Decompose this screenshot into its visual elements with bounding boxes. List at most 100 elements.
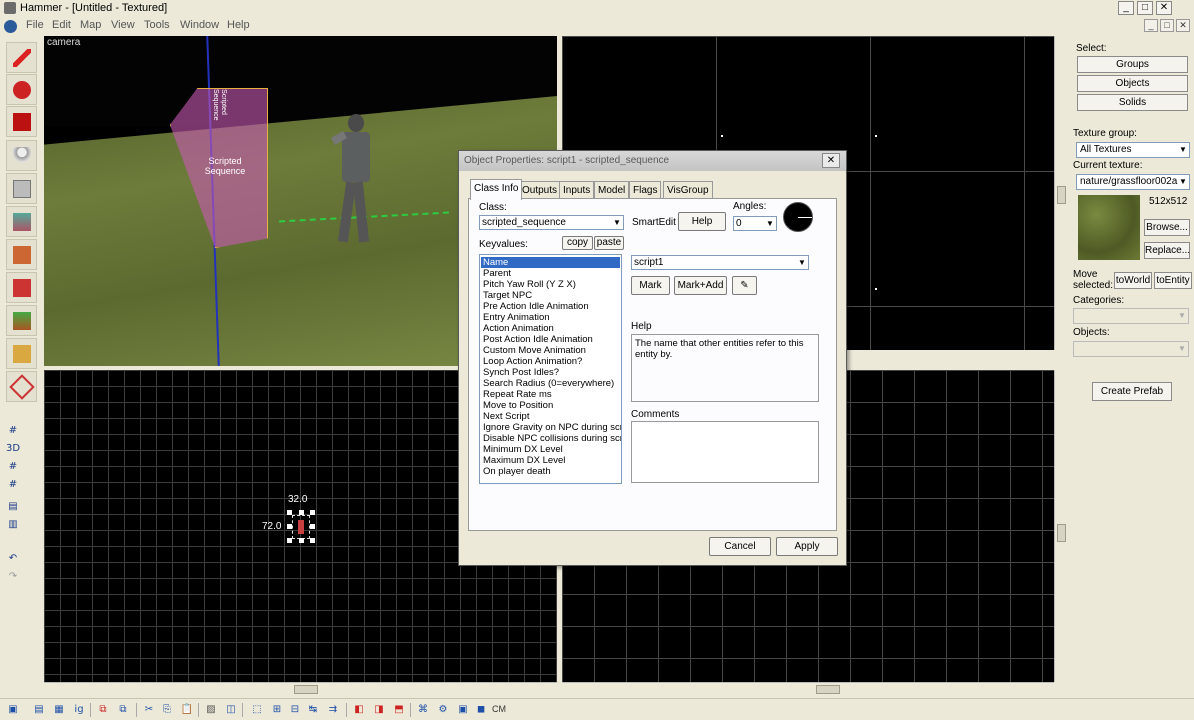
resize-handle[interactable]	[287, 524, 292, 529]
magnify-tool[interactable]	[6, 74, 37, 105]
scroll-thumb[interactable]	[294, 685, 318, 694]
key-search-radius[interactable]: Search Radius (0=everywhere)	[481, 378, 620, 389]
texture-lock-icon[interactable]: ▨	[204, 703, 218, 717]
key-pitch-yaw-roll[interactable]: Pitch Yaw Roll (Y Z X)	[481, 279, 620, 290]
key-repeat-rate[interactable]: Repeat Rate ms	[481, 389, 620, 400]
top-right-vscroll[interactable]	[1054, 36, 1068, 350]
mdi-restore-button[interactable]: □	[1160, 19, 1174, 32]
entity-tool[interactable]	[6, 140, 37, 171]
apply-button[interactable]: Apply	[776, 537, 838, 556]
overlay-tool[interactable]	[6, 305, 37, 336]
menu-file[interactable]: File	[26, 19, 44, 31]
map-properties-icon[interactable]: ◼	[474, 703, 488, 717]
key-custom-move[interactable]: Custom Move Animation	[481, 345, 620, 356]
objects-button[interactable]: Objects	[1077, 75, 1188, 92]
group-icon[interactable]: ▤	[4, 500, 22, 514]
cordon-label[interactable]: CM	[492, 704, 506, 714]
texture-preview[interactable]	[1078, 195, 1140, 260]
to-entity-button[interactable]: toEntity	[1154, 272, 1192, 289]
to-world-button[interactable]: toWorld	[1114, 272, 1152, 289]
copy-icon[interactable]: ⎘	[160, 703, 174, 717]
resize-handle[interactable]	[310, 524, 315, 529]
entity-2d-marker[interactable]	[298, 520, 304, 534]
key-action-animation[interactable]: Action Animation	[481, 323, 620, 334]
tab-model[interactable]: Model	[594, 181, 630, 199]
save-icon[interactable]: ▣	[6, 703, 20, 717]
key-on-player-death[interactable]: On player death	[481, 466, 620, 477]
key-target-npc[interactable]: Target NPC	[481, 290, 620, 301]
mdi-close-button[interactable]: ✕	[1176, 19, 1190, 32]
menu-tools[interactable]: Tools	[144, 19, 170, 31]
key-loop-action[interactable]: Loop Action Animation?	[481, 356, 620, 367]
keyvalues-list[interactable]: Name Parent Pitch Yaw Roll (Y Z X) Targe…	[479, 254, 622, 484]
dialog-close-button[interactable]: ✕	[822, 153, 840, 168]
tab-outputs[interactable]: Outputs	[518, 181, 562, 199]
flip-vertical-icon[interactable]: ◨	[372, 703, 386, 717]
run-map-icon[interactable]: ⚙	[436, 703, 450, 717]
menu-window[interactable]: Window	[180, 19, 219, 31]
ignore-groups-icon[interactable]: ig	[72, 703, 86, 717]
comments-field[interactable]	[631, 421, 819, 483]
mdi-minimize-button[interactable]: _	[1144, 19, 1158, 32]
hide-icon[interactable]: ⧉	[96, 703, 110, 717]
replace-button[interactable]: Replace...	[1144, 242, 1190, 259]
smartedit-toggle[interactable]: SmartEdit	[632, 217, 676, 228]
vertex-tool[interactable]	[6, 371, 37, 402]
angle-dial[interactable]	[783, 202, 813, 232]
dialog-title-bar[interactable]: Object Properties: script1 - scripted_se…	[459, 151, 846, 171]
minimize-button[interactable]: _	[1118, 1, 1134, 15]
entity-report-icon[interactable]: ▣	[456, 703, 470, 717]
bottom-right-vscroll[interactable]	[1054, 370, 1068, 682]
create-prefab-button[interactable]: Create Prefab	[1092, 382, 1172, 401]
menu-map[interactable]: Map	[80, 19, 101, 31]
categories-select[interactable]: ▼	[1073, 308, 1189, 324]
group-icon[interactable]: ⊞	[270, 703, 284, 717]
clipping-tool[interactable]	[6, 338, 37, 369]
paste-icon[interactable]: 📋	[180, 703, 194, 717]
bottom-left-hscroll[interactable]	[44, 682, 557, 696]
tab-class-info[interactable]: Class Info	[470, 179, 523, 200]
decal-tool[interactable]	[6, 272, 37, 303]
selection-tool[interactable]	[6, 42, 37, 73]
angles-input[interactable]: 0 ▼	[733, 216, 777, 231]
tab-flags[interactable]: Flags	[629, 181, 662, 199]
resize-handle[interactable]	[310, 538, 315, 543]
menu-edit[interactable]: Edit	[52, 19, 71, 31]
key-name[interactable]: Name	[481, 257, 620, 268]
open-icon[interactable]: ▤	[32, 703, 46, 717]
resize-handle[interactable]	[299, 510, 304, 515]
class-select[interactable]: scripted_sequence ▼	[479, 215, 624, 230]
objects-select[interactable]: ▼	[1073, 341, 1189, 357]
browse-button[interactable]: Browse...	[1144, 219, 1190, 236]
apply-texture-tool[interactable]	[6, 239, 37, 270]
resize-handle[interactable]	[310, 510, 315, 515]
document-icon[interactable]	[4, 20, 17, 33]
tab-visgroup[interactable]: VisGroup	[663, 181, 713, 199]
ungroup-icon[interactable]: ▥	[4, 518, 22, 532]
groups-button[interactable]: Groups	[1077, 56, 1188, 73]
undo-icon[interactable]: ↶	[4, 552, 22, 566]
grid-icon[interactable]: #	[4, 424, 22, 438]
solids-button[interactable]: Solids	[1077, 94, 1188, 111]
check-problems-icon[interactable]: ⌘	[416, 703, 430, 717]
current-texture-select[interactable]: nature/grassfloor002a ▼	[1076, 174, 1190, 190]
larger-grid-icon[interactable]: #	[4, 478, 22, 492]
hollow-icon[interactable]: ◫	[224, 703, 238, 717]
bottom-right-hscroll[interactable]	[562, 682, 1054, 696]
camera-tool[interactable]	[6, 106, 37, 137]
block-tool[interactable]	[6, 173, 37, 204]
smaller-grid-icon[interactable]: #	[4, 460, 22, 474]
key-parent[interactable]: Parent	[481, 268, 620, 279]
value-field[interactable]: script1 ▼	[631, 255, 809, 270]
scroll-thumb[interactable]	[1057, 186, 1066, 204]
key-synch-post-idles[interactable]: Synch Post Idles?	[481, 367, 620, 378]
scroll-thumb[interactable]	[1057, 524, 1066, 542]
cut-icon[interactable]: ✂	[142, 703, 156, 717]
move-to-world-icon[interactable]: ⇉	[326, 703, 340, 717]
scroll-thumb[interactable]	[816, 685, 840, 694]
key-entry-animation[interactable]: Entry Animation	[481, 312, 620, 323]
texture-group-select[interactable]: All Textures ▼	[1076, 142, 1190, 158]
menu-help[interactable]: Help	[227, 19, 250, 31]
resize-handle[interactable]	[299, 538, 304, 543]
key-post-action-idle[interactable]: Post Action Idle Animation	[481, 334, 620, 345]
